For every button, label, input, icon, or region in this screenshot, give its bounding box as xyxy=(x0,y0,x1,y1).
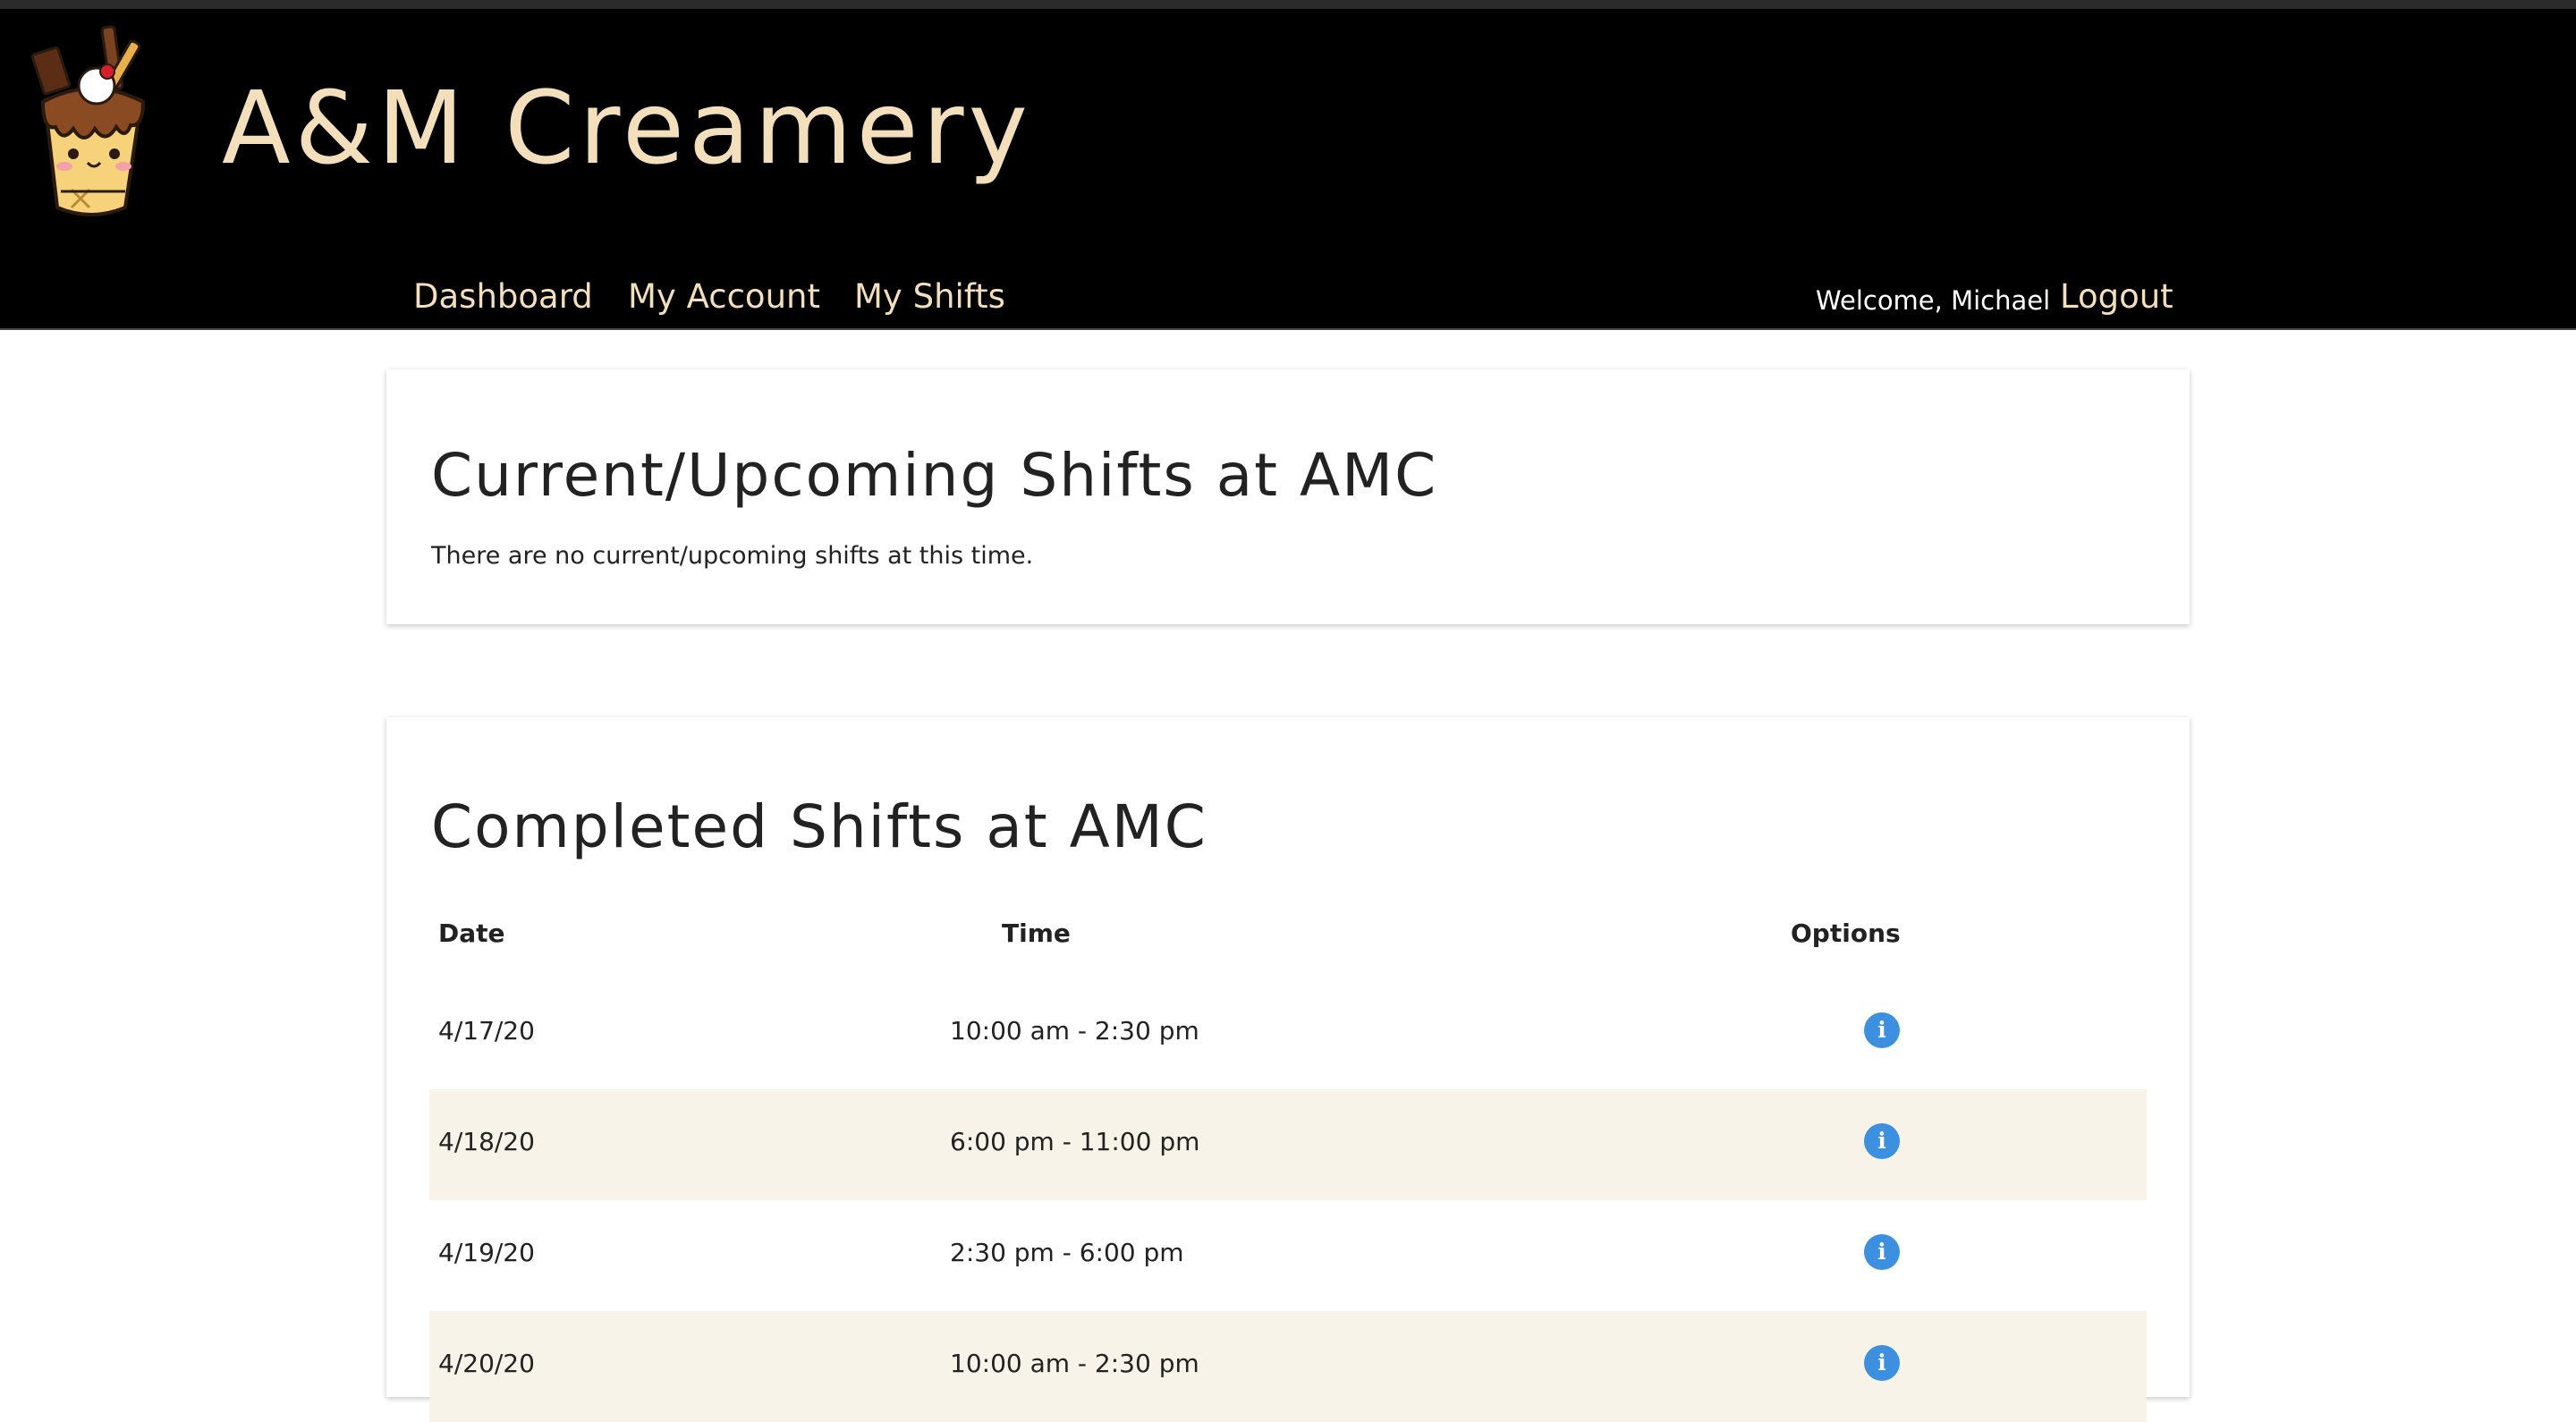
nav-dashboard-link[interactable]: Dashboard xyxy=(413,280,593,313)
column-header-time: Time xyxy=(1002,918,1071,948)
row-time: 10:00 am - 2:30 pm xyxy=(950,1349,1199,1378)
column-header-date: Date xyxy=(438,918,505,948)
no-shifts-message: There are no current/upcoming shifts at … xyxy=(431,542,1034,570)
ice-cream-logo-icon xyxy=(30,25,146,216)
table-row: 4/18/20 6:00 pm - 11:00 pm i xyxy=(429,1089,2147,1200)
nav-my-account-link[interactable]: My Account xyxy=(628,280,820,313)
column-header-options: Options xyxy=(1791,918,1901,948)
info-circle-icon[interactable]: i xyxy=(1864,1345,1900,1381)
completed-shifts-card: Completed Shifts at AMC Date Time Option… xyxy=(386,717,2190,1422)
nav-my-shifts-link[interactable]: My Shifts xyxy=(854,280,1005,313)
row-time: 2:30 pm - 6:00 pm xyxy=(950,1238,1184,1267)
site-header: A&M Creamery Dashboard My Account My Shi… xyxy=(0,9,2576,330)
info-circle-icon[interactable]: i xyxy=(1864,1234,1900,1270)
current-shifts-title: Current/Upcoming Shifts at AMC xyxy=(431,441,1438,510)
brand-title: A&M Creamery xyxy=(222,71,1032,187)
row-date: 4/19/20 xyxy=(438,1238,535,1267)
table-row: 4/19/20 2:30 pm - 6:00 pm i xyxy=(429,1200,2147,1311)
completed-shifts-title: Completed Shifts at AMC xyxy=(431,792,1208,861)
row-date: 4/20/20 xyxy=(438,1349,535,1378)
welcome-message: Welcome, Michael xyxy=(1816,285,2051,316)
row-date: 4/17/20 xyxy=(438,1016,535,1045)
table-row: 4/17/20 10:00 am - 2:30 pm i xyxy=(429,978,2147,1089)
current-shifts-card: Current/Upcoming Shifts at AMC There are… xyxy=(386,369,2190,624)
logout-link[interactable]: Logout xyxy=(2060,280,2174,313)
info-circle-icon[interactable]: i xyxy=(1864,1123,1900,1159)
window-top-strip xyxy=(0,0,2576,9)
table-row: 4/20/20 10:00 am - 2:30 pm i xyxy=(429,1311,2147,1422)
info-circle-icon[interactable]: i xyxy=(1864,1012,1900,1048)
row-time: 10:00 am - 2:30 pm xyxy=(950,1016,1199,1045)
row-date: 4/18/20 xyxy=(438,1127,535,1156)
row-time: 6:00 pm - 11:00 pm xyxy=(950,1127,1200,1156)
